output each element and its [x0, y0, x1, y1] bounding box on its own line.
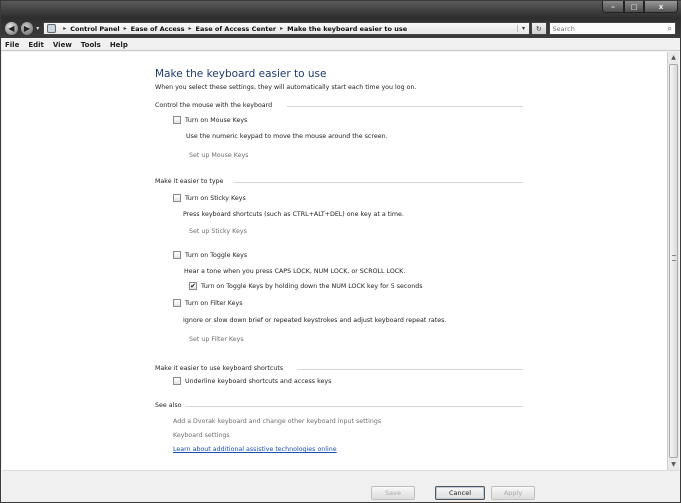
breadcrumb-control-panel[interactable]: Control Panel: [70, 25, 119, 33]
scrollbar-grip-icon: [672, 255, 676, 261]
toggle-keys-description: Hear a tone when you press CAPS LOCK, NU…: [184, 268, 406, 275]
menu-help[interactable]: Help: [110, 41, 128, 49]
breadcrumb-separator[interactable]: ▸: [63, 25, 66, 32]
minimize-button[interactable]: –: [602, 1, 624, 13]
sticky-keys-checkbox[interactable]: [173, 194, 181, 202]
back-button[interactable]: ◀: [4, 21, 19, 36]
window: – □ x ◀ ▶ ▾ ▸ Control Panel ▸ Ease of Ac…: [0, 0, 681, 503]
set-up-filter-keys-link[interactable]: Set up Filter Keys: [189, 336, 244, 343]
filter-keys-description: Ignore or slow down brief or repeated ke…: [183, 317, 447, 324]
close-button[interactable]: x: [644, 1, 678, 13]
breadcrumb-ease-of-access-center[interactable]: Ease of Access Center: [196, 25, 277, 33]
group-divider: [287, 106, 523, 107]
refresh-button[interactable]: ↻: [530, 22, 547, 35]
mouse-keys-label[interactable]: Turn on Mouse Keys: [185, 117, 247, 124]
page-subtitle: When you select these settings, they wil…: [155, 84, 417, 91]
group-divider: [297, 369, 523, 370]
group-title-mouse: Control the mouse with the keyboard: [155, 102, 273, 109]
mouse-keys-description: Use the numeric keypad to move the mouse…: [186, 133, 388, 140]
group-title-typing: Make it easier to type: [155, 178, 224, 185]
underline-shortcuts-option[interactable]: Underline keyboard shortcuts and access …: [173, 377, 331, 385]
filter-keys-option[interactable]: Turn on Filter Keys: [173, 299, 243, 307]
breadcrumb-separator[interactable]: ▸: [188, 25, 191, 32]
toggle-keys-hold-checkbox[interactable]: ✔: [189, 282, 197, 290]
menu-file[interactable]: File: [5, 41, 19, 49]
cancel-button[interactable]: Cancel: [435, 486, 485, 500]
recent-pages-dropdown[interactable]: ▾: [36, 25, 39, 32]
keyboard-settings-link[interactable]: Keyboard settings: [173, 432, 230, 439]
search-input[interactable]: [552, 24, 663, 33]
scroll-down-arrow-icon[interactable]: ▼: [668, 459, 679, 470]
toggle-keys-hold-label[interactable]: Turn on Toggle Keys by holding down the …: [201, 283, 422, 290]
search-icon[interactable]: ⌕: [668, 24, 672, 34]
scrollbar-thumb[interactable]: [669, 64, 678, 458]
breadcrumb-ease-of-access[interactable]: Ease of Access: [131, 25, 185, 33]
toggle-keys-hold-option[interactable]: ✔ Turn on Toggle Keys by holding down th…: [189, 282, 422, 290]
underline-shortcuts-label[interactable]: Underline keyboard shortcuts and access …: [185, 378, 331, 385]
search-box[interactable]: ⌕: [548, 22, 676, 35]
toggle-keys-checkbox[interactable]: [173, 251, 181, 259]
forward-button[interactable]: ▶: [19, 21, 35, 36]
filter-keys-label[interactable]: Turn on Filter Keys: [185, 300, 243, 307]
title-bar: – □ x ◀ ▶ ▾ ▸ Control Panel ▸ Ease of Ac…: [1, 1, 681, 38]
address-bar[interactable]: ▸ Control Panel ▸ Ease of Access ▸ Ease …: [43, 22, 530, 35]
mouse-keys-option[interactable]: Turn on Mouse Keys: [173, 116, 247, 124]
scroll-up-arrow-icon[interactable]: ▲: [668, 52, 679, 63]
mouse-keys-checkbox[interactable]: [173, 116, 181, 124]
filter-keys-checkbox[interactable]: [173, 299, 181, 307]
sticky-keys-option[interactable]: Turn on Sticky Keys: [173, 194, 246, 202]
content-area: Make the keyboard easier to use When you…: [2, 52, 667, 470]
apply-button[interactable]: Apply: [491, 486, 535, 500]
toggle-keys-label[interactable]: Turn on Toggle Keys: [185, 252, 247, 259]
address-dropdown-icon[interactable]: ▾: [516, 25, 529, 32]
sticky-keys-description: Press keyboard shortcuts (such as CTRL+A…: [183, 211, 404, 218]
breadcrumb-separator[interactable]: ▸: [124, 25, 127, 32]
menu-bar: File Edit View Tools Help: [1, 39, 680, 51]
dvorak-keyboard-link[interactable]: Add a Dvorak keyboard and change other k…: [173, 418, 381, 425]
menu-edit[interactable]: Edit: [28, 41, 44, 49]
group-title-see-also: See also: [155, 402, 182, 409]
group-title-shortcuts: Make it easier to use keyboard shortcuts: [155, 365, 284, 372]
set-up-sticky-keys-link[interactable]: Set up Sticky Keys: [189, 228, 247, 235]
set-up-mouse-keys-link[interactable]: Set up Mouse Keys: [189, 152, 248, 159]
footer-bar: Save Cancel Apply: [2, 470, 680, 502]
underline-shortcuts-checkbox[interactable]: [173, 377, 181, 385]
menu-tools[interactable]: Tools: [81, 41, 101, 49]
group-divider: [234, 182, 523, 183]
maximize-button[interactable]: □: [624, 1, 644, 13]
control-panel-icon: [47, 24, 57, 33]
assistive-technologies-link[interactable]: Learn about additional assistive technol…: [173, 446, 337, 453]
breadcrumb-current-page[interactable]: Make the keyboard easier to use: [287, 25, 407, 33]
toggle-keys-option[interactable]: Turn on Toggle Keys: [173, 251, 247, 259]
vertical-scrollbar[interactable]: ▲ ▼: [667, 52, 679, 470]
window-controls: – □ x: [602, 1, 678, 14]
save-button[interactable]: Save: [371, 486, 415, 500]
navigation-bar: ◀ ▶ ▾ ▸ Control Panel ▸ Ease of Access ▸…: [4, 18, 676, 39]
breadcrumb-separator[interactable]: ▸: [280, 25, 283, 32]
page-title: Make the keyboard easier to use: [155, 68, 327, 80]
menu-view[interactable]: View: [53, 41, 72, 49]
sticky-keys-label[interactable]: Turn on Sticky Keys: [185, 195, 246, 202]
group-divider: [185, 406, 523, 407]
